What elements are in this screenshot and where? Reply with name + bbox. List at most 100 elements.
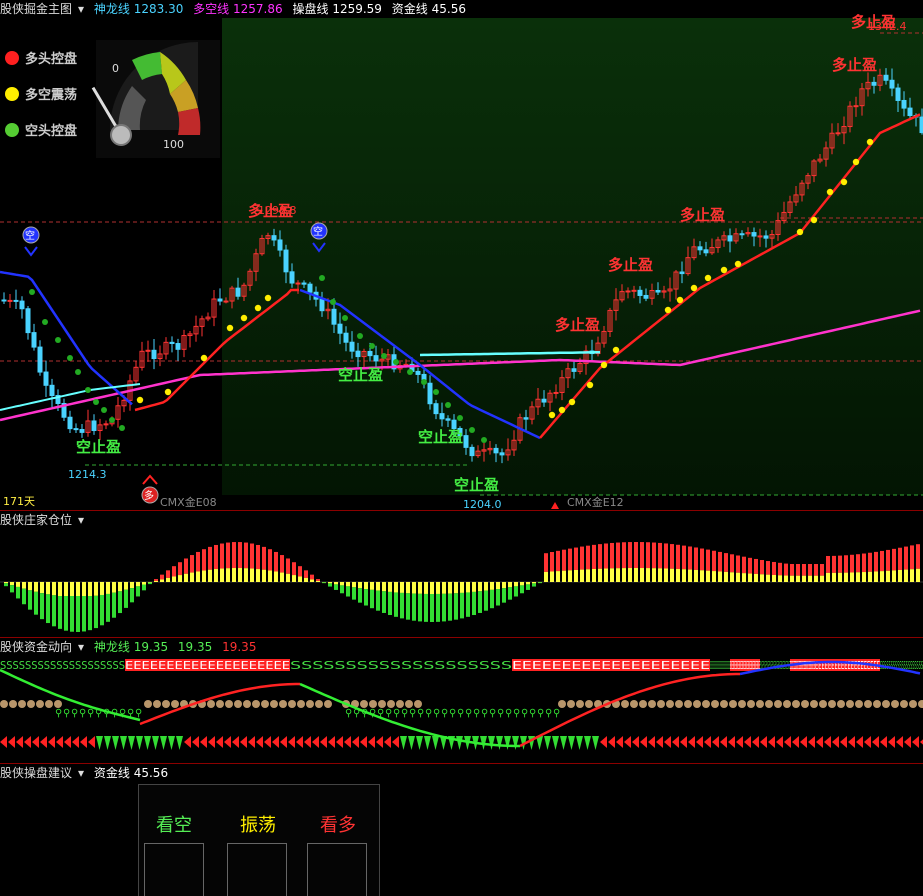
position-bar-neutral <box>910 569 914 582</box>
position-bar-short <box>322 582 326 584</box>
position-bar-long <box>826 555 830 573</box>
runner-icon: ⚲ <box>71 708 78 719</box>
position-bar-short <box>112 592 116 618</box>
candle-body <box>37 346 43 373</box>
position-bar-long <box>652 542 656 569</box>
position-header: 股侠庄家仓位 ▾ <box>0 511 90 529</box>
position-bar-neutral <box>622 568 626 582</box>
position-bar-long <box>562 549 566 571</box>
gauge-max-label: 100 <box>163 138 184 151</box>
runner-icon: ⚲ <box>449 708 456 719</box>
flow-token <box>360 700 368 708</box>
position-title[interactable]: 股侠庄家仓位 ▾ <box>0 513 84 527</box>
flow-arrow-up <box>712 736 719 748</box>
flow-arrow-up <box>656 736 663 748</box>
signal-dot <box>119 425 125 431</box>
position-bar-long <box>232 542 236 569</box>
position-bar-short <box>52 595 56 627</box>
position-bar-short <box>490 589 494 609</box>
main-chart-panel[interactable]: 股侠掘金主图 ▾ 神龙线 1283.30 多空线 1257.86 操盘线 1259… <box>0 0 923 511</box>
position-bar-neutral <box>778 575 782 582</box>
candle-body <box>727 235 733 242</box>
position-bar-short <box>484 590 488 611</box>
advice-title[interactable]: 股侠操盘建议 ▾ <box>0 766 84 780</box>
signal-dot <box>796 228 804 236</box>
chevron-down-icon[interactable]: ▾ <box>78 2 84 16</box>
position-bar-neutral <box>244 568 248 582</box>
advice-panel[interactable]: 股侠操盘建议 ▾ 资金线 45.56 看空 振荡 看多 <box>0 764 923 896</box>
position-bar-neutral <box>808 575 812 582</box>
candle-body <box>493 447 499 454</box>
position-bar-long <box>658 542 662 569</box>
position-bar-neutral <box>400 582 404 593</box>
flow-token <box>720 700 728 708</box>
position-bar-long <box>850 554 854 573</box>
position-bar-long <box>904 546 908 570</box>
position-bar-short <box>46 594 50 624</box>
position-bar-neutral <box>364 582 368 590</box>
signal-dot <box>600 361 608 369</box>
position-bar-short <box>454 593 458 620</box>
flow-arrow-up <box>728 736 735 748</box>
position-bar-short <box>106 593 110 622</box>
position-bar-long <box>886 549 890 571</box>
flow-token <box>774 700 782 708</box>
flow-arrow-up <box>736 736 743 748</box>
flow-token <box>306 700 314 708</box>
chart-background <box>222 18 923 495</box>
flow-arrow-down <box>96 736 103 750</box>
flow-token <box>261 700 269 708</box>
position-bar-neutral <box>76 582 80 596</box>
flow-token <box>675 700 683 708</box>
candle-body <box>679 271 685 275</box>
position-bar-neutral <box>832 572 836 582</box>
flow-token <box>387 700 395 708</box>
candle-body <box>73 428 79 431</box>
position-bar-long <box>898 547 902 571</box>
flow-arrow-up <box>744 736 751 748</box>
candle-body <box>307 283 313 293</box>
flow-arrow-down <box>592 736 599 750</box>
chevron-down-icon[interactable]: ▾ <box>78 766 84 780</box>
position-panel[interactable]: 股侠庄家仓位 ▾ <box>0 511 923 638</box>
flow-arrow-up <box>720 736 727 748</box>
position-bar-short <box>352 587 356 600</box>
candlestick-chart[interactable]: 0 100 多止盈多止盈多止盈多止盈多止盈多止盈空止盈空止盈空止盈空止盈1214… <box>0 0 923 510</box>
capital-flow-panel[interactable]: 股侠资金动向 ▾ 神龙线 19.35 19.35 19.35 SSSSSSSSSS… <box>0 638 923 764</box>
position-bar-long <box>706 549 710 571</box>
signal-dot <box>612 346 620 354</box>
flow-arrow-up <box>888 736 895 748</box>
capital-flow-title[interactable]: 股侠资金动向 ▾ <box>0 640 84 654</box>
flow-token <box>45 700 53 708</box>
position-bar-neutral <box>484 582 488 591</box>
flow-arrow-down <box>128 736 135 750</box>
chevron-down-icon[interactable]: ▾ <box>78 640 84 654</box>
flow-token <box>666 700 674 708</box>
candle-body <box>355 350 361 358</box>
flow-arrow-down <box>568 736 575 750</box>
position-bar-short <box>538 582 542 584</box>
position-bar-short <box>22 588 26 605</box>
flow-token <box>747 700 755 708</box>
position-bar-neutral <box>766 574 770 582</box>
main-chart-title[interactable]: 股侠掘金主图 ▾ <box>0 2 84 16</box>
advice-bullish-bar <box>307 843 367 896</box>
flow-token <box>216 700 224 708</box>
candle-body <box>169 341 175 345</box>
signal-dot <box>342 315 348 321</box>
signal-dot <box>319 275 325 281</box>
candle-body <box>853 105 859 108</box>
position-bar-long <box>640 542 644 569</box>
advice-header: 股侠操盘建议 ▾ 资金线 45.56 <box>0 764 174 782</box>
candle-body <box>337 323 343 334</box>
position-bar-short <box>394 592 398 617</box>
green-dot-icon <box>5 123 19 137</box>
position-bar-neutral <box>328 582 332 584</box>
position-bar-short <box>10 585 14 593</box>
position-bar-short <box>526 584 530 590</box>
position-bar-neutral <box>46 582 50 595</box>
chevron-down-icon[interactable]: ▾ <box>78 513 84 527</box>
position-bar-long <box>724 553 728 572</box>
bearish-badge-text: 空 <box>313 225 323 238</box>
candle-body <box>907 107 913 117</box>
